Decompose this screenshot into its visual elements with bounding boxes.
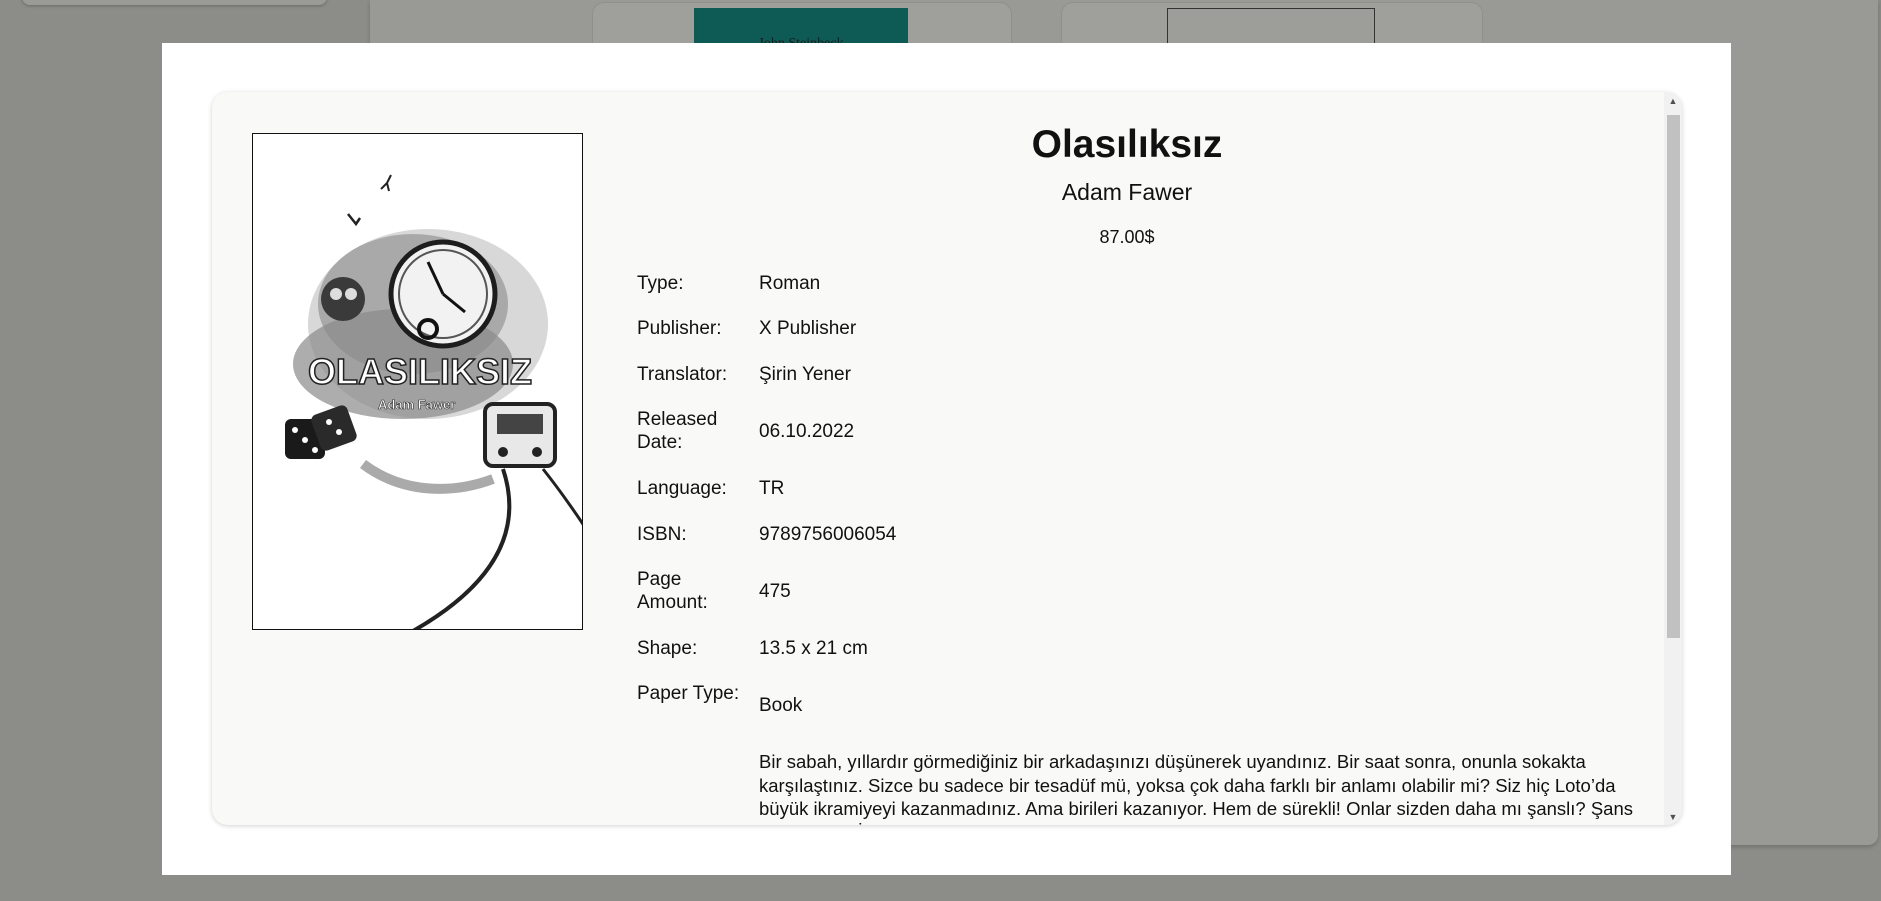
spec-label: Paper Type: [637,683,740,704]
scrollbar-thumb[interactable] [1667,115,1680,638]
scroll-up-arrow-icon[interactable]: ▲ [1664,92,1682,109]
vertical-scrollbar[interactable]: ▲ ▼ [1664,92,1682,825]
spec-label: Released Date: [637,409,718,453]
book-cover-image: OLASILIKSIZ Adam Fawer [252,133,583,630]
spec-value: Şirin Yener [759,364,851,385]
spec-value: Roman [759,273,821,294]
spec-label: ISBN: [637,524,687,545]
spec-value: 475 [759,581,791,602]
book-cover-illustration: OLASILIKSIZ Adam Fawer [253,134,582,629]
book-detail-card: OLASILIKSIZ Adam Fawer Olasılıksız Adam … [212,92,1682,825]
background-book-cover [1167,8,1375,48]
background-book-cover: John Steinbeck [694,8,908,48]
background-cover-text: John Steinbeck [758,36,844,48]
spec-value: X Publisher [759,318,857,339]
spec-value: 06.10.2022 [759,421,855,442]
scroll-down-arrow-icon[interactable]: ▼ [1664,808,1682,825]
book-description: Bir sabah, yıllardır görmediğiniz bir ar… [759,751,1633,825]
book-price: 87.00$ [1099,227,1155,247]
book-author: Adam Fawer [1061,179,1193,205]
spec-value: 13.5 x 21 cm [759,638,868,659]
spec-label: Language: [637,478,727,499]
spec-label: Translator: [637,364,728,385]
spec-label: Type: [637,273,684,294]
spec-value: TR [759,478,785,499]
cover-title-text: OLASILIKSIZ [308,351,532,392]
book-title: Olasılıksız [1031,123,1223,166]
spec-label: Publisher: [637,318,722,339]
spec-label: Shape: [637,638,698,659]
spec-value: 9789756006054 [759,524,897,545]
spec-value: Book [759,695,803,716]
book-detail-scroll-area[interactable]: OLASILIKSIZ Adam Fawer Olasılıksız Adam … [212,92,1664,825]
spec-label: Page Amount: [637,569,708,613]
background-sidebar-card [22,0,327,5]
cover-author-text: Adam Fawer [378,397,455,412]
book-detail-modal: OLASILIKSIZ Adam Fawer Olasılıksız Adam … [162,43,1731,875]
